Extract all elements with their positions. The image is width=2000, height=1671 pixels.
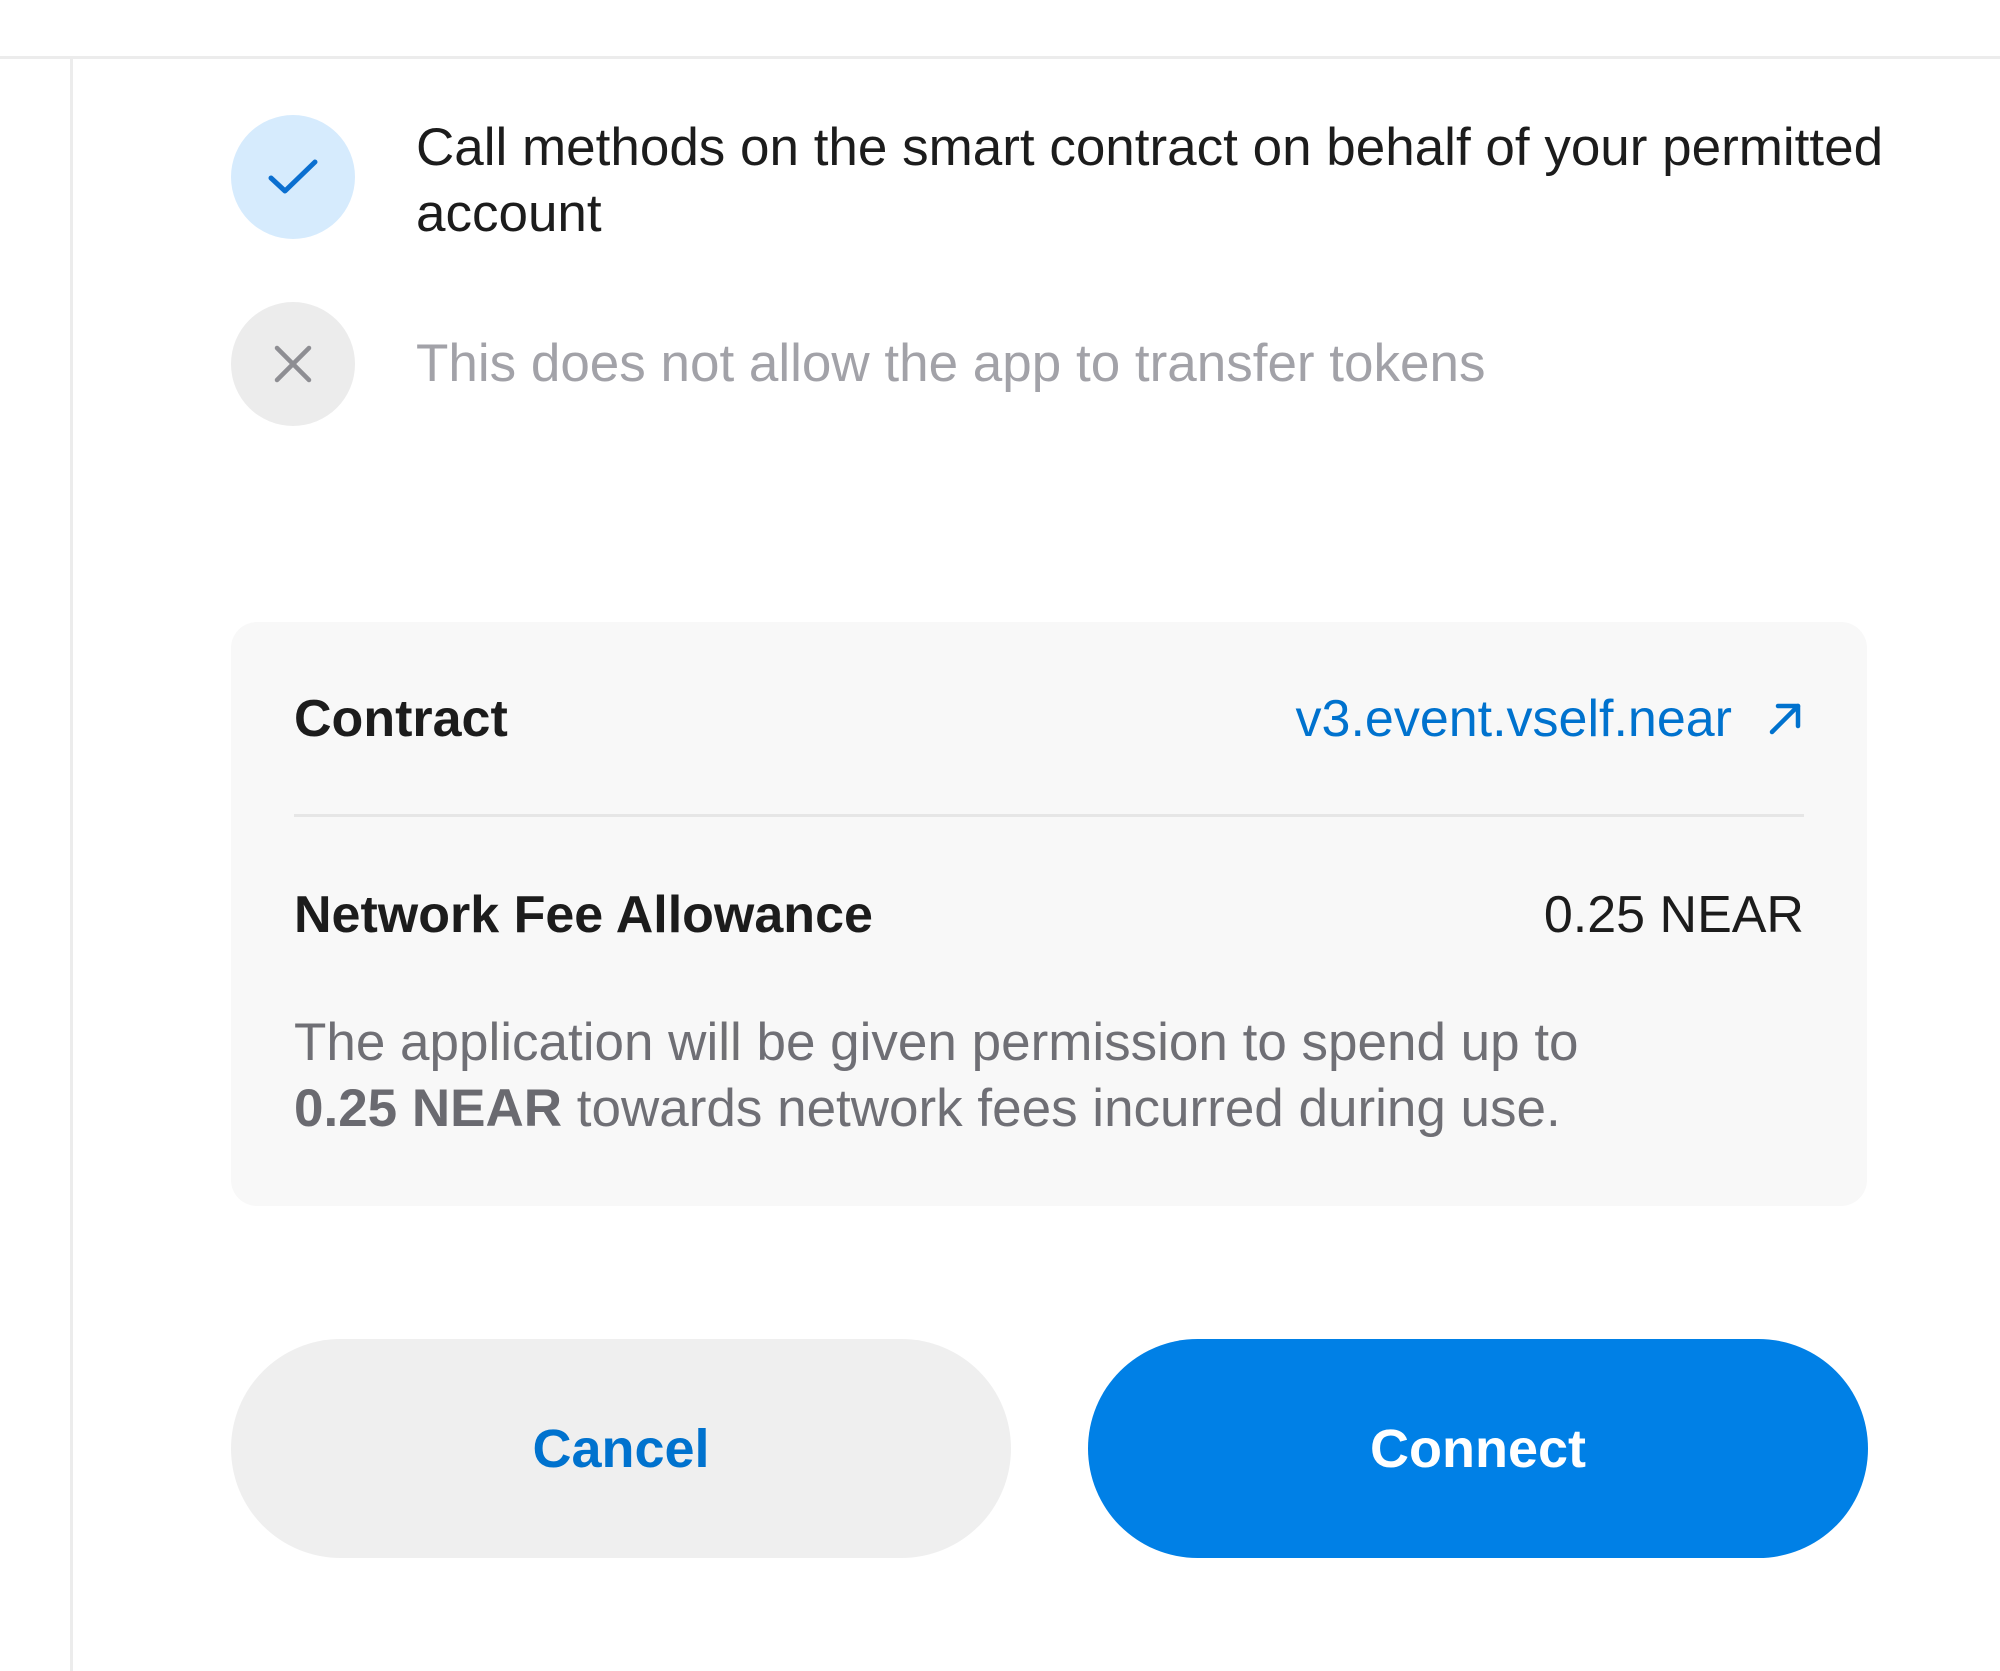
fee-description-prefix: The application will be given permission… xyxy=(294,1013,1579,1072)
left-divider xyxy=(70,56,73,1671)
fee-description-amount: 0.25 NEAR xyxy=(294,1079,563,1138)
fee-label: Network Fee Allowance xyxy=(294,886,873,944)
cancel-button[interactable]: Cancel xyxy=(231,1339,1011,1558)
top-divider xyxy=(0,56,2000,59)
permission-text: Call methods on the smart contract on be… xyxy=(416,118,1884,243)
contract-value: v3.event.vself.near xyxy=(1295,690,1732,748)
fee-row: Network Fee Allowance 0.25 NEAR xyxy=(294,880,1804,950)
check-icon xyxy=(231,115,355,239)
contract-label: Contract xyxy=(294,690,508,748)
fee-description: The application will be given permission… xyxy=(294,1010,1824,1142)
connect-button[interactable]: Connect xyxy=(1088,1339,1868,1558)
contract-row: Contract v3.event.vself.near xyxy=(294,684,1804,754)
card-divider xyxy=(294,814,1804,817)
connect-permissions-page: Call methods on the smart contract on be… xyxy=(0,0,2000,1671)
contract-link[interactable]: v3.event.vself.near xyxy=(1296,689,1804,749)
permission-item-denied: This does not allow the app to transfer … xyxy=(231,302,1916,426)
permission-item-allowed: Call methods on the smart contract on be… xyxy=(231,115,1916,247)
fee-description-suffix: towards network fees incurred during use… xyxy=(576,1079,1561,1138)
fee-value: 0.25 NEAR xyxy=(1543,886,1804,944)
external-link-arrow-icon xyxy=(1766,700,1804,738)
close-icon xyxy=(231,302,355,426)
permission-text: This does not allow the app to transfer … xyxy=(416,334,1486,393)
